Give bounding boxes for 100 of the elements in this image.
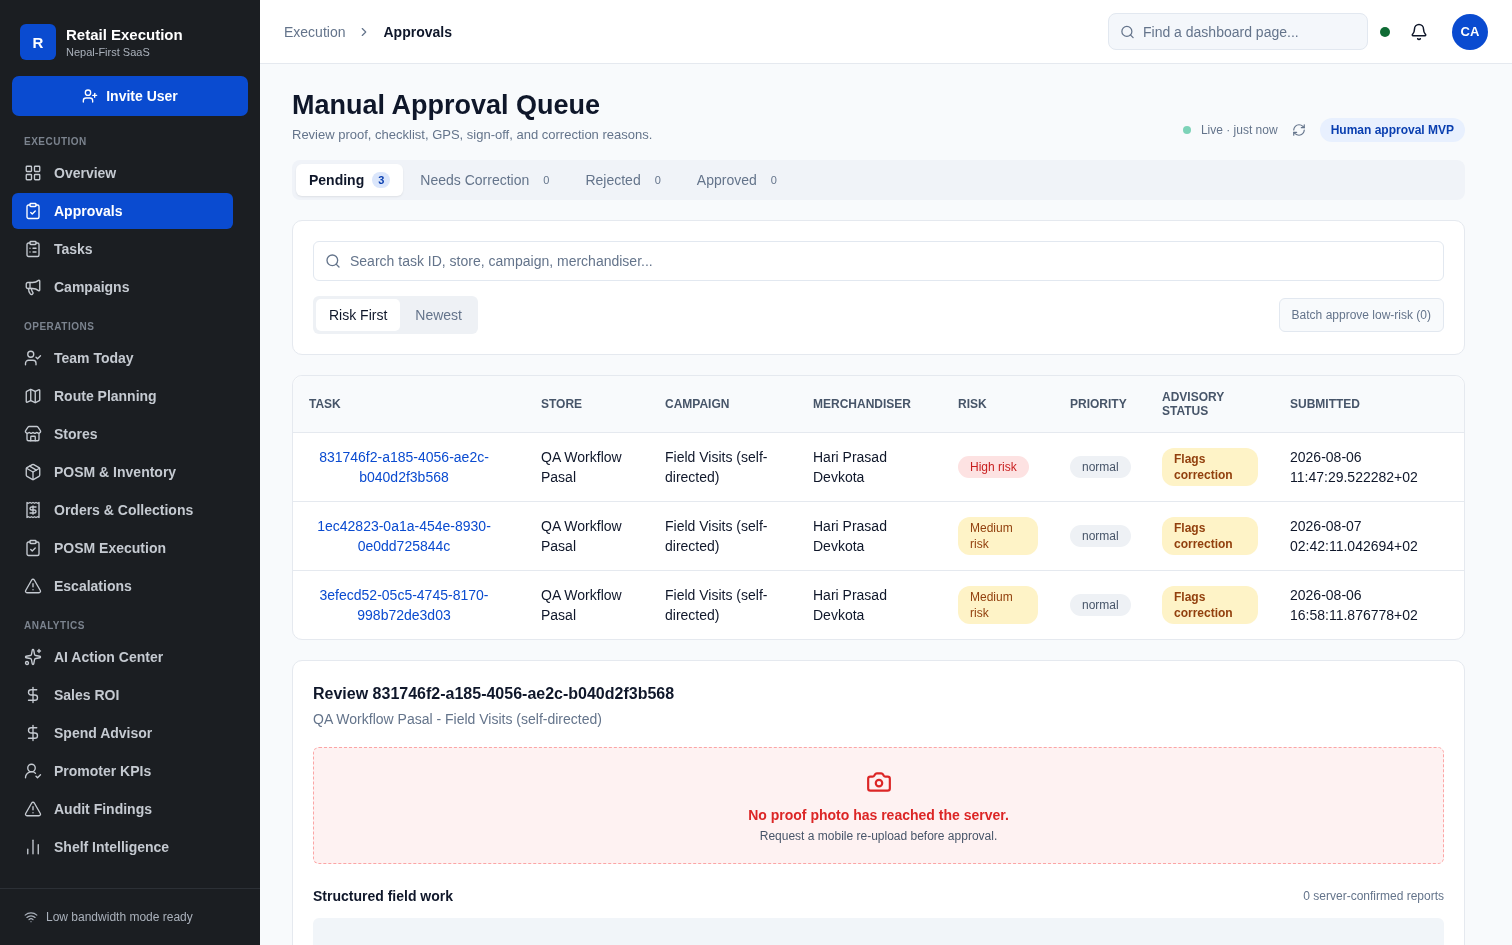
alert-text: Request a mobile re-upload before approval. <box>759 828 998 843</box>
advisory-badge: Flags correction <box>1162 585 1258 624</box>
review-title: Review 831746f2-a185-4056-ae2c-b040d2f3b568 <box>313 685 676 703</box>
status-tab[interactable]: Pending 3 <box>296 164 404 196</box>
sidebar-item[interactable]: Route Planning <box>12 378 233 414</box>
task-link[interactable]: 3efecd52-05c5-4745-8170-998b72de3d03 <box>309 584 499 625</box>
section-title: Structured field work <box>313 888 454 904</box>
task-link[interactable]: 831746f2-a185-4056-ae2c-b040d2f3b568 <box>309 446 499 487</box>
risk-badge: Medium risk <box>958 516 1038 555</box>
priority-badge: normal <box>1070 593 1131 616</box>
sidebar-item[interactable]: Approvals <box>12 193 233 229</box>
table-cell: Hari Prasad Devkota <box>805 570 950 639</box>
table-cell: 2026-08-06 11:47:29.522282+02 <box>1282 432 1464 501</box>
warning-icon <box>24 577 42 595</box>
brand-tagline: Nepal-First SaaS <box>66 46 151 58</box>
clipboard-check-icon <box>24 539 42 557</box>
breadcrumb-item[interactable]: Execution <box>284 23 346 40</box>
column-header: RISK <box>950 376 1062 432</box>
clipboard-check-icon <box>24 202 42 220</box>
table-cell: Hari Prasad Devkota <box>805 501 950 570</box>
store-icon <box>24 425 42 443</box>
brand-logo: R <box>20 24 56 60</box>
notification-bell-icon[interactable] <box>1410 22 1428 41</box>
search-icon <box>325 253 341 269</box>
table-cell: QA Workflow Pasal <box>533 501 657 570</box>
page-title: Manual Approval Queue <box>292 90 602 121</box>
brand-name: Retail Execution <box>66 26 183 43</box>
sparkles-icon <box>24 648 42 666</box>
priority-badge: normal <box>1070 524 1131 547</box>
risk-badge: High risk <box>958 455 1029 478</box>
clipboard-list-icon <box>24 240 42 258</box>
page-subtitle: Review proof, checklist, GPS, sign-off, and correction reasons. <box>292 127 653 142</box>
search-field[interactable]: Find a dashboard page... <box>1108 13 1368 50</box>
breadcrumb-item: Approvals <box>383 23 452 40</box>
table-cell: QA Workflow Pasal <box>533 432 657 501</box>
column-header: ADVISORY STATUS <box>1154 376 1282 432</box>
batch-approve-button[interactable]: Batch approve low-risk (0) <box>1278 298 1444 332</box>
column-header: TASK <box>293 376 533 432</box>
table-cell: Field Visits (self-directed) <box>657 501 805 570</box>
live-status: Live · just now <box>1200 123 1278 137</box>
column-header: SUBMITTED <box>1282 376 1464 432</box>
advisory-badge: Flags correction <box>1162 516 1258 555</box>
map-icon <box>24 387 42 405</box>
status-tab[interactable]: Needs Correction 0 <box>407 164 569 196</box>
bandwidth-status: Low bandwidth mode ready <box>46 910 193 924</box>
sidebar-item[interactable]: Tasks <box>12 231 233 267</box>
warning-icon <box>24 800 42 818</box>
sidebar-item[interactable]: Stores <box>12 416 233 452</box>
sidebar-item[interactable]: Escalations <box>12 568 233 604</box>
sidebar-item[interactable]: Team Today <box>12 340 233 376</box>
sidebar-item[interactable]: POSM & Inventory <box>12 454 233 490</box>
table-cell: Field Visits (self-directed) <box>657 570 805 639</box>
receipt-icon <box>24 501 42 519</box>
refresh-icon[interactable] <box>1291 123 1306 137</box>
status-tab[interactable]: Rejected 0 <box>572 164 680 196</box>
column-header: PRIORITY <box>1062 376 1154 432</box>
package-icon <box>24 463 42 481</box>
sort-option[interactable]: Newest <box>402 299 475 331</box>
sidebar-item[interactable]: Sales ROI <box>12 677 233 713</box>
sidebar-item[interactable]: Audit Findings <box>12 791 233 827</box>
priority-badge: normal <box>1070 455 1131 478</box>
task-search-field[interactable]: Search task ID, store, campaign, merchandiser... <box>313 241 1444 281</box>
sort-option[interactable]: Risk First <box>316 299 401 331</box>
user-avatar[interactable]: CA <box>1452 13 1488 50</box>
table-cell: 2026-08-06 16:58:11.876778+02 <box>1282 570 1464 639</box>
invite-user-button[interactable]: Invite User <box>12 76 248 116</box>
column-header: MERCHANDISER <box>805 376 950 432</box>
search-icon <box>1120 24 1135 39</box>
megaphone-icon <box>24 278 42 296</box>
user-check-icon <box>24 349 42 367</box>
sidebar-item[interactable]: Orders & Collections <box>12 492 233 528</box>
user-check-icon <box>24 762 42 780</box>
bar-chart-icon <box>24 838 42 856</box>
user-plus-icon <box>82 88 99 104</box>
nav-section-title: ANALYTICS <box>23 619 86 633</box>
sidebar-item[interactable]: POSM Execution <box>12 530 233 566</box>
grid-icon <box>24 164 42 182</box>
nav-section-title: EXECUTION <box>23 135 88 149</box>
sidebar-item[interactable]: Campaigns <box>12 269 233 305</box>
live-dot <box>1182 126 1191 134</box>
sidebar-item[interactable]: AI Action Center <box>12 639 233 675</box>
table-cell: 2026-08-07 02:42:11.042694+02 <box>1282 501 1464 570</box>
risk-badge: Medium risk <box>958 585 1038 624</box>
status-tab[interactable]: Approved 0 <box>683 164 796 196</box>
column-header: STORE <box>533 376 657 432</box>
table-cell: Field Visits (self-directed) <box>657 432 805 501</box>
sidebar-item[interactable]: Shelf Intelligence <box>12 829 233 865</box>
wifi-icon <box>24 910 38 924</box>
nav-section-title: OPERATIONS <box>23 320 96 334</box>
table-cell: Hari Prasad Devkota <box>805 432 950 501</box>
sidebar-item[interactable]: Overview <box>12 155 233 191</box>
table-cell: QA Workflow Pasal <box>533 570 657 639</box>
sidebar-item[interactable]: Spend Advisor <box>12 715 233 751</box>
alert-title: No proof photo has reached the server. <box>748 806 1009 823</box>
sidebar-item[interactable]: Promoter KPIs <box>12 753 233 789</box>
task-link[interactable]: 1ec42823-0a1a-454e-8930-0e0dd725844c <box>309 515 499 556</box>
advisory-badge: Flags correction <box>1162 447 1258 486</box>
mode-badge: Human approval MVP <box>1319 118 1465 142</box>
column-header: CAMPAIGN <box>657 376 805 432</box>
report-count: 0 server-confirmed reports <box>1303 889 1444 903</box>
